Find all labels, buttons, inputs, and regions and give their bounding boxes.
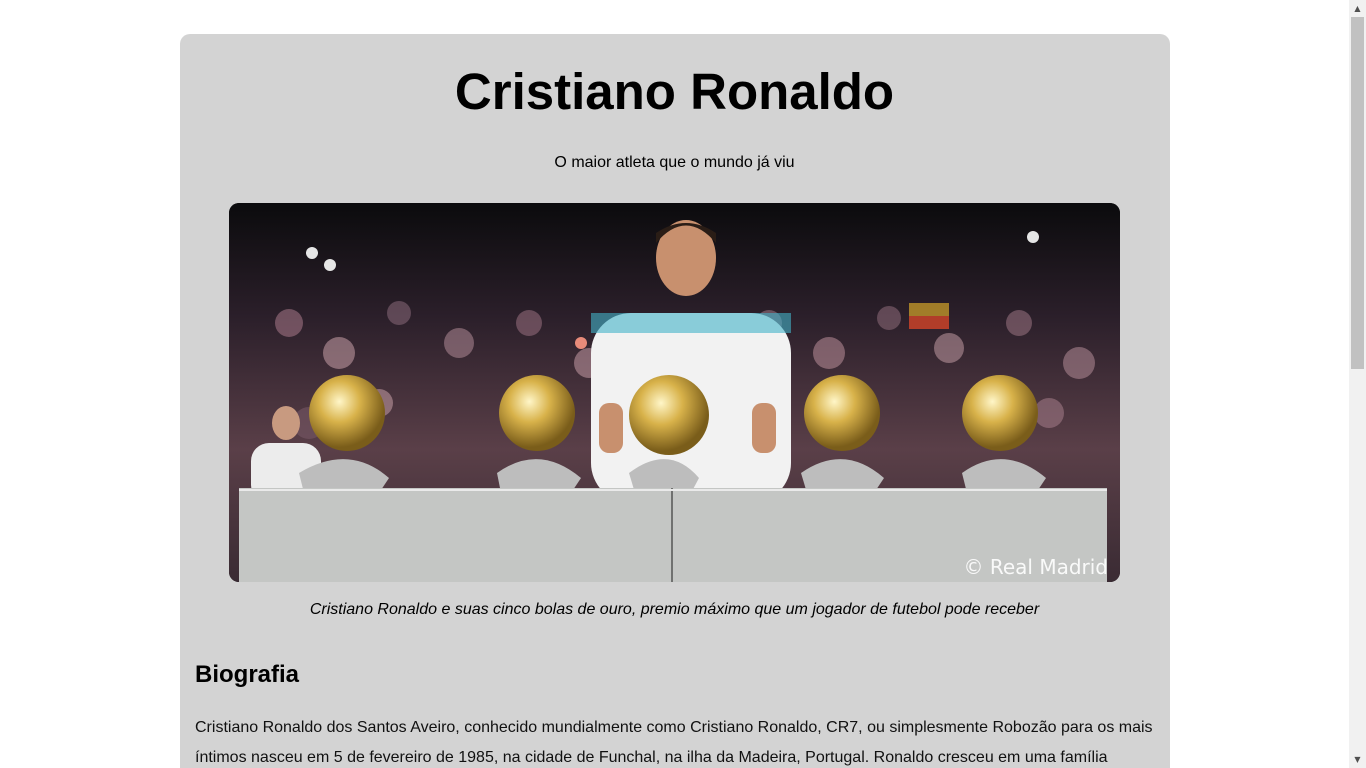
page-subtitle: O maior atleta que o mundo já viu: [554, 154, 795, 171]
chevron-down-icon[interactable]: ▼: [1349, 751, 1366, 768]
photo-watermark: © Real Madrid: [963, 555, 1108, 579]
scrollbar-thumb[interactable]: [1351, 17, 1364, 369]
chevron-up-icon[interactable]: ▲: [1349, 0, 1366, 17]
page-viewport: Cristiano Ronaldo O maior atleta que o m…: [0, 0, 1349, 768]
page-title: Cristiano Ronaldo: [454, 63, 895, 120]
ronaldo-ballon-dor-photo: © Real Madrid: [229, 203, 1120, 582]
vertical-scrollbar[interactable]: ▲ ▼: [1349, 0, 1366, 768]
image-caption: Cristiano Ronaldo e suas cinco bolas de …: [309, 601, 1040, 618]
biography-text: Cristiano Ronaldo dos Santos Aveiro, con…: [195, 719, 1153, 766]
biography-heading: Biografia: [195, 661, 300, 688]
